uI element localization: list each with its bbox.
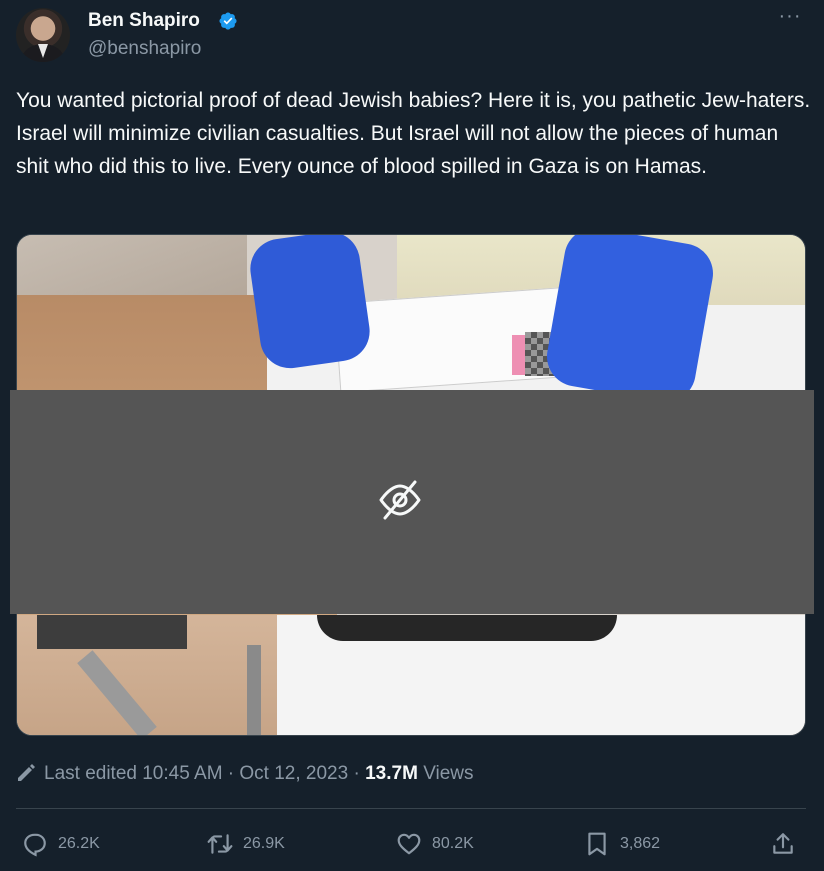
retweet-count: 26.9K bbox=[243, 835, 285, 852]
tweet-text: You wanted pictorial proof of dead Jewis… bbox=[16, 89, 811, 178]
divider bbox=[16, 808, 806, 809]
display-name[interactable]: Ben Shapiro bbox=[88, 10, 200, 32]
reply-icon bbox=[24, 833, 46, 857]
share-icon bbox=[773, 833, 793, 854]
more-icon[interactable]: ··· bbox=[776, 6, 804, 30]
edited-label[interactable]: Last edited 10:45 AM · Oct 12, 2023 · bbox=[44, 763, 360, 784]
retweet-icon bbox=[207, 834, 233, 854]
pencil-icon bbox=[18, 764, 35, 781]
like-icon bbox=[397, 833, 421, 855]
verified-badge-icon bbox=[219, 12, 237, 30]
retweet-button[interactable]: 26.9K bbox=[207, 826, 285, 862]
media-stand bbox=[37, 615, 187, 649]
media-glove-right bbox=[542, 235, 718, 407]
like-count: 80.2K bbox=[432, 835, 474, 852]
bookmark-icon bbox=[588, 832, 606, 856]
eye-slash-icon bbox=[379, 480, 421, 520]
action-bar: 26.2K 26.9K 80.2K 3,862 bbox=[0, 826, 824, 866]
share-button[interactable] bbox=[770, 826, 806, 862]
bookmark-count: 3,862 bbox=[620, 835, 661, 852]
media-dark-object bbox=[317, 615, 617, 641]
views-label: Views bbox=[423, 763, 474, 784]
avatar[interactable] bbox=[16, 8, 70, 62]
bookmark-button[interactable]: 3,862 bbox=[584, 826, 660, 862]
views-count: 13.7M bbox=[365, 763, 418, 784]
handle[interactable]: @benshapiro bbox=[88, 38, 201, 60]
media-stand-leg-2 bbox=[247, 645, 261, 735]
media-glove-left bbox=[246, 235, 374, 373]
tweet-meta: Last edited 10:45 AM · Oct 12, 2023 · 13… bbox=[16, 762, 474, 785]
like-button[interactable]: 80.2K bbox=[396, 826, 474, 862]
reply-button[interactable]: 26.2K bbox=[22, 826, 100, 862]
reply-count: 26.2K bbox=[58, 835, 100, 852]
